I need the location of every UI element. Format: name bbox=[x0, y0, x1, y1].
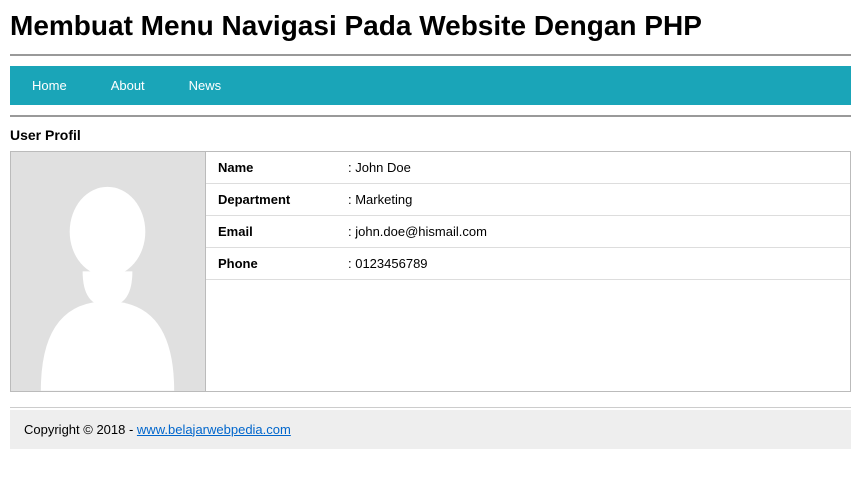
nav-news[interactable]: News bbox=[167, 78, 244, 93]
footer: Copyright © 2018 - www.belajarwebpedia.c… bbox=[10, 410, 851, 449]
phone-label: Phone bbox=[218, 256, 348, 271]
email-value: : john.doe@hismail.com bbox=[348, 224, 838, 239]
name-value: : John Doe bbox=[348, 160, 838, 175]
nav-about[interactable]: About bbox=[89, 78, 167, 93]
department-value: : Marketing bbox=[348, 192, 838, 207]
footer-link[interactable]: www.belajarwebpedia.com bbox=[137, 422, 291, 437]
phone-value: : 0123456789 bbox=[348, 256, 838, 271]
divider bbox=[10, 407, 851, 408]
profile-row-email: Email : john.doe@hismail.com bbox=[206, 216, 850, 248]
profile-details: Name : John Doe Department : Marketing E… bbox=[206, 152, 850, 391]
name-label: Name bbox=[218, 160, 348, 175]
department-label: Department bbox=[218, 192, 348, 207]
divider bbox=[10, 115, 851, 117]
profile-row-name: Name : John Doe bbox=[206, 152, 850, 184]
avatar-placeholder bbox=[11, 152, 206, 391]
email-label: Email bbox=[218, 224, 348, 239]
profile-container: Name : John Doe Department : Marketing E… bbox=[10, 151, 851, 392]
section-title: User Profil bbox=[10, 127, 851, 143]
divider bbox=[10, 54, 851, 56]
avatar-icon bbox=[11, 152, 205, 391]
main-nav: Home About News bbox=[10, 66, 851, 105]
profile-row-phone: Phone : 0123456789 bbox=[206, 248, 850, 280]
profile-row-department: Department : Marketing bbox=[206, 184, 850, 216]
footer-text: Copyright © 2018 - bbox=[24, 422, 137, 437]
nav-home[interactable]: Home bbox=[10, 78, 89, 93]
page-title: Membuat Menu Navigasi Pada Website Denga… bbox=[10, 10, 851, 42]
